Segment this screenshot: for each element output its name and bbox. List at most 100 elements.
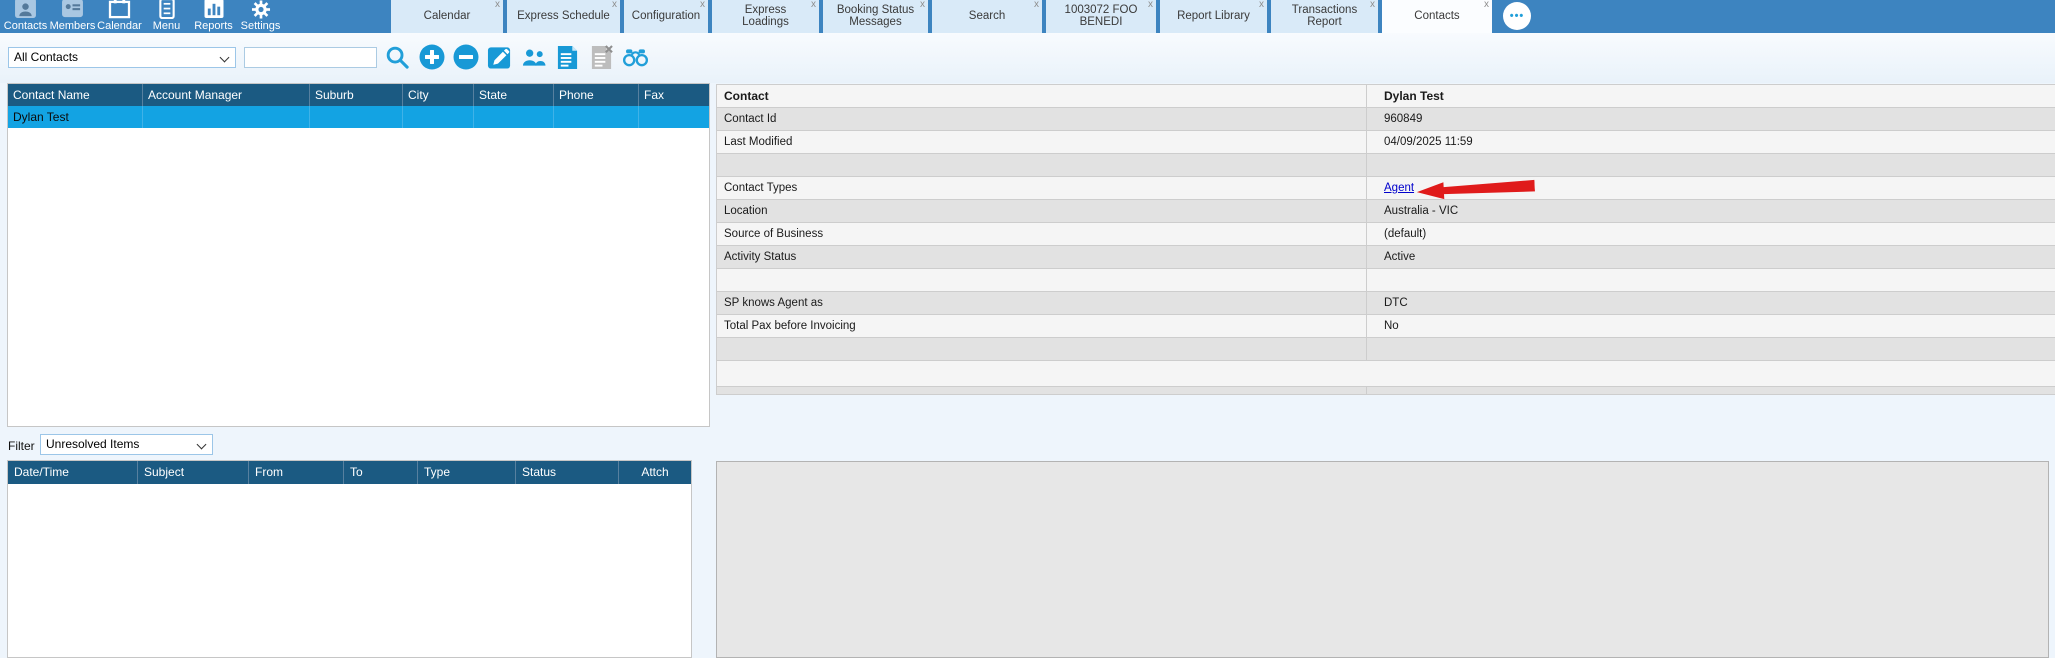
contact-type-agent-link[interactable]: Agent bbox=[1384, 182, 1414, 194]
detail-value: 960849 bbox=[1367, 108, 2055, 130]
detail-row-source-of-business: Source of Business (default) bbox=[717, 223, 2055, 246]
detail-label: Contact Types bbox=[717, 177, 1367, 199]
detail-label: Contact bbox=[717, 85, 1367, 107]
detail-label: Location bbox=[717, 200, 1367, 222]
contact-search-input[interactable] bbox=[244, 47, 377, 68]
detail-row-activity-status: Activity Status Active bbox=[717, 246, 2055, 269]
detail-label: SP knows Agent as bbox=[717, 292, 1367, 314]
appbar-item-reports[interactable]: Reports bbox=[190, 0, 237, 33]
tab-booking-1003072[interactable]: 1003072 FOO BENEDIx bbox=[1046, 0, 1156, 33]
appbar-item-menu[interactable]: Menu bbox=[143, 0, 190, 33]
contact-view-select-value: All Contacts bbox=[14, 50, 78, 64]
tab-label: Configuration bbox=[632, 10, 700, 23]
binoculars-icon[interactable] bbox=[622, 44, 649, 71]
remove-icon[interactable] bbox=[452, 44, 479, 71]
top-app-bar: Contacts Members Calendar Menu Reports S… bbox=[0, 0, 2055, 33]
tab-close-icon[interactable]: x bbox=[1259, 0, 1264, 10]
members-icon[interactable] bbox=[520, 44, 547, 71]
tab-report-library[interactable]: Report Libraryx bbox=[1160, 0, 1267, 33]
settings-icon bbox=[251, 0, 271, 20]
tab-close-icon[interactable]: x bbox=[1370, 0, 1375, 10]
appbar-item-label: Contacts bbox=[4, 20, 47, 32]
appbar-item-label: Reports bbox=[194, 20, 233, 32]
contacts-toolbar: All Contacts bbox=[0, 33, 2055, 83]
detail-row-contact-types: Contact Types Agent bbox=[717, 177, 2055, 200]
tab-overflow-button[interactable]: ••• bbox=[1503, 2, 1531, 30]
menu-icon bbox=[158, 0, 176, 20]
tab-express-schedule[interactable]: Express Schedulex bbox=[507, 0, 620, 33]
column-header-suburb[interactable]: Suburb bbox=[310, 84, 403, 106]
tab-bar: Calendarx Express Schedulex Configuratio… bbox=[391, 0, 1531, 33]
tab-express-loadings[interactable]: Express Loadingsx bbox=[712, 0, 819, 33]
column-header-type[interactable]: Type bbox=[418, 461, 516, 484]
detail-value: (default) bbox=[1367, 223, 2055, 245]
search-icon[interactable] bbox=[384, 44, 411, 71]
tab-close-icon[interactable]: x bbox=[495, 0, 500, 10]
messages-header: Date/Time Subject From To Type Status At… bbox=[8, 461, 691, 484]
messages-panel: Date/Time Subject From To Type Status At… bbox=[7, 460, 692, 658]
appbar-item-settings[interactable]: Settings bbox=[237, 0, 284, 33]
add-icon[interactable] bbox=[418, 44, 445, 71]
detail-row-blank bbox=[717, 338, 2055, 361]
filter-label: Filter bbox=[8, 439, 35, 453]
detail-value: Active bbox=[1367, 246, 2055, 268]
tab-close-icon[interactable]: x bbox=[1034, 0, 1039, 10]
detail-row-contact-id: Contact Id 960849 bbox=[717, 108, 2055, 131]
appbar-item-calendar[interactable]: Calendar bbox=[96, 0, 143, 33]
appbar-item-label: Members bbox=[50, 20, 96, 32]
column-header-state[interactable]: State bbox=[474, 84, 554, 106]
column-header-attch[interactable]: Attch bbox=[619, 461, 691, 484]
column-header-phone[interactable]: Phone bbox=[554, 84, 639, 106]
chevron-down-icon bbox=[220, 53, 230, 63]
tab-close-icon[interactable]: x bbox=[1148, 0, 1153, 10]
column-header-account-manager[interactable]: Account Manager bbox=[143, 84, 310, 106]
detail-label: Source of Business bbox=[717, 223, 1367, 245]
appbar-item-label: Settings bbox=[241, 20, 281, 32]
report-icon[interactable] bbox=[554, 44, 581, 71]
tab-transactions-report[interactable]: Transactions Reportx bbox=[1271, 0, 1378, 33]
toolbar-icons bbox=[384, 43, 649, 71]
tab-contacts[interactable]: Contactsx bbox=[1382, 0, 1492, 33]
tab-close-icon[interactable]: x bbox=[612, 0, 617, 10]
tab-close-icon[interactable]: x bbox=[920, 0, 925, 10]
tab-label: Booking Status Messages bbox=[827, 4, 924, 29]
contact-row-dylan-test[interactable]: Dylan Test bbox=[8, 106, 709, 128]
detail-label: Contact Id bbox=[717, 108, 1367, 130]
tab-close-icon[interactable]: x bbox=[811, 0, 816, 10]
detail-row-blank bbox=[717, 361, 2055, 387]
detail-row-total-pax-before-invoicing: Total Pax before Invoicing No bbox=[717, 315, 2055, 338]
column-header-status[interactable]: Status bbox=[516, 461, 619, 484]
column-header-city[interactable]: City bbox=[403, 84, 474, 106]
tab-search[interactable]: Searchx bbox=[932, 0, 1042, 33]
contact-list-header: Contact Name Account Manager Suburb City… bbox=[8, 84, 709, 106]
cell-account-manager bbox=[143, 106, 310, 128]
cell-phone bbox=[554, 106, 639, 128]
reports-icon bbox=[203, 0, 225, 20]
tab-configuration[interactable]: Configurationx bbox=[624, 0, 708, 33]
column-header-from[interactable]: From bbox=[249, 461, 344, 484]
tab-close-icon[interactable]: x bbox=[700, 0, 705, 10]
tab-label: Transactions Report bbox=[1280, 4, 1369, 29]
column-header-to[interactable]: To bbox=[344, 461, 418, 484]
tab-label: Express Loadings bbox=[721, 4, 810, 29]
column-header-date-time[interactable]: Date/Time bbox=[8, 461, 138, 484]
detail-value: Agent bbox=[1367, 177, 2055, 199]
filter-select[interactable]: Unresolved Items bbox=[40, 434, 213, 455]
tab-booking-status-messages[interactable]: Booking Status Messagesx bbox=[823, 0, 928, 33]
edit-icon[interactable] bbox=[486, 44, 513, 71]
appbar-item-members[interactable]: Members bbox=[49, 0, 96, 33]
members-icon bbox=[61, 0, 84, 20]
cell-city bbox=[403, 106, 474, 128]
calendar-icon bbox=[108, 0, 131, 20]
column-header-contact-name[interactable]: Contact Name bbox=[8, 84, 143, 106]
detail-value: No bbox=[1367, 315, 2055, 337]
column-header-subject[interactable]: Subject bbox=[138, 461, 249, 484]
tab-calendar[interactable]: Calendarx bbox=[391, 0, 503, 33]
column-header-fax[interactable]: Fax bbox=[639, 84, 709, 106]
detail-row-blank bbox=[717, 269, 2055, 292]
filter-select-value: Unresolved Items bbox=[46, 437, 139, 451]
appbar-item-contacts[interactable]: Contacts bbox=[2, 0, 49, 33]
contact-view-select[interactable]: All Contacts bbox=[8, 47, 236, 68]
tab-close-icon[interactable]: x bbox=[1484, 0, 1489, 10]
detail-row-location: Location Australia - VIC bbox=[717, 200, 2055, 223]
